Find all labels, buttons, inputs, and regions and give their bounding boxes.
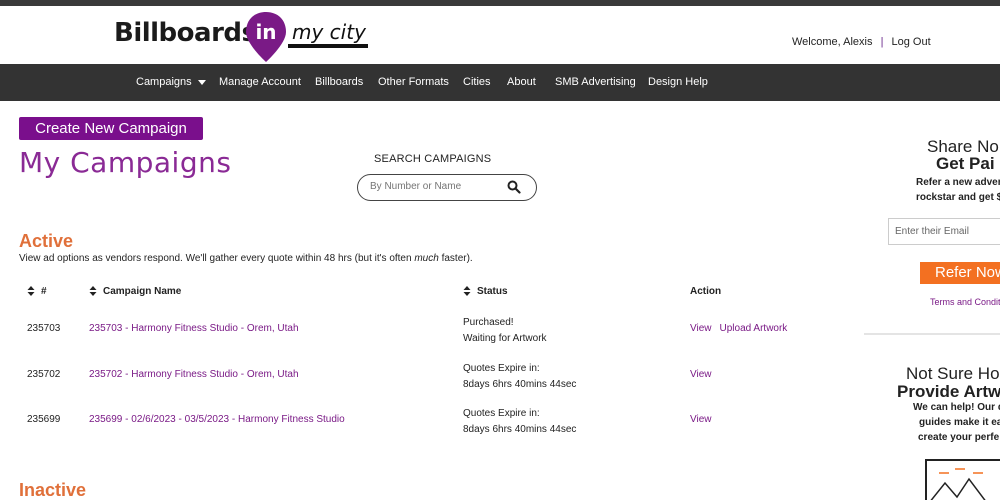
logout-link[interactable]: Log Out (891, 36, 930, 48)
artwork-title-line-1: Not Sure Ho (906, 364, 1000, 383)
upload-artwork-link[interactable]: Upload Artwork (720, 323, 788, 334)
inactive-heading: Inactive (19, 480, 87, 500)
row-number: 235703 (27, 323, 61, 334)
artwork-title-line-2: Provide Artw (897, 382, 1000, 401)
sort-icon (463, 286, 471, 296)
share-text: Refer a new adver rockstar and get $ (916, 175, 1000, 205)
column-header-name-label: Campaign Name (103, 286, 182, 297)
site-header: Billboards in my city Welcome, Alexis | … (0, 6, 1000, 64)
logo-in-text: in (255, 20, 276, 44)
artwork-text-line-3: create your perfe (918, 432, 1000, 443)
terms-link[interactable]: Terms and Conditi (930, 297, 1000, 307)
chevron-down-icon (197, 79, 206, 85)
status-line-2: Waiting for Artwork (463, 333, 547, 344)
page-title: My Campaigns (19, 146, 232, 179)
action-cell: View (690, 369, 720, 380)
map-pin-logo-icon: in (246, 12, 286, 62)
active-description-post: faster). (438, 253, 473, 264)
sidebar: Share No Get Pai Refer a new adver rocks… (862, 126, 1000, 500)
column-header-number[interactable]: # (27, 286, 47, 297)
active-description-em: much (414, 253, 439, 264)
action-cell: View (690, 414, 720, 425)
nav-item-campaigns[interactable]: Campaigns (136, 64, 206, 101)
site-logo[interactable]: Billboards in my city (114, 12, 374, 64)
nav-item-cities[interactable]: Cities (463, 64, 491, 101)
campaign-name-link[interactable]: 235703 - Harmony Fitness Studio - Orem, … (89, 323, 299, 334)
status-line-1: Purchased! (463, 317, 514, 328)
nav-item-campaigns-label: Campaigns (136, 76, 192, 88)
logo-billboards-text: Billboards (114, 18, 257, 48)
sort-icon (89, 286, 97, 296)
welcome-area: Welcome, Alexis | Log Out (792, 36, 931, 48)
campaign-name-link[interactable]: 235699 - 02/6/2023 - 03/5/2023 - Harmony… (89, 414, 345, 425)
share-title-line-2: Get Pai (936, 154, 995, 173)
status-cell: Quotes Expire in: 8days 6hrs 40mins 44se… (463, 361, 576, 393)
search-label: SEARCH CAMPAIGNS (374, 153, 492, 165)
create-campaign-button[interactable]: Create New Campaign (19, 117, 203, 140)
nav-item-design-help[interactable]: Design Help (648, 64, 708, 101)
active-description: View ad options as vendors respond. We'l… (19, 253, 473, 264)
nav-item-billboards[interactable]: Billboards (315, 64, 363, 101)
logo-underline (288, 44, 368, 48)
status-cell: Purchased! Waiting for Artwork (463, 315, 547, 347)
campaign-name-link[interactable]: 235702 - Harmony Fitness Studio - Orem, … (89, 369, 299, 380)
view-link[interactable]: View (690, 323, 712, 334)
action-cell: View Upload Artwork (690, 323, 795, 334)
billboard-illustration-icon (925, 459, 1000, 500)
status-line-2: 8days 6hrs 40mins 44sec (463, 424, 577, 435)
column-header-status[interactable]: Status (463, 286, 508, 297)
sort-icon (27, 286, 35, 296)
welcome-label: Welcome, (792, 36, 841, 48)
view-link[interactable]: View (690, 369, 712, 380)
active-heading: Active (19, 231, 74, 251)
column-header-status-label: Status (477, 286, 508, 297)
referral-email-field[interactable]: Enter their Email (888, 218, 1000, 245)
nav-item-smb-advertising[interactable]: SMB Advertising (555, 64, 636, 101)
share-text-line-1: Refer a new adver (916, 177, 1000, 188)
row-number: 235702 (27, 369, 61, 380)
welcome-separator: | (880, 36, 884, 48)
column-header-name[interactable]: Campaign Name (89, 286, 181, 297)
nav-item-other-formats[interactable]: Other Formats (378, 64, 449, 101)
sidebar-divider (864, 333, 1000, 335)
active-description-pre: View ad options as vendors respond. We'l… (19, 253, 415, 264)
search-icon[interactable] (507, 180, 521, 194)
column-header-action: Action (690, 286, 722, 297)
user-name: Alexis (843, 36, 873, 48)
status-line-1: Quotes Expire in: (463, 408, 540, 419)
status-line-1: Quotes Expire in: (463, 363, 540, 374)
refer-now-button[interactable]: Refer Now (920, 262, 1000, 284)
nav-item-manage-account[interactable]: Manage Account (219, 64, 301, 101)
search-box (357, 174, 537, 201)
logo-city-text: my city (292, 20, 366, 44)
column-header-number-label: # (41, 286, 47, 297)
main-nav: Campaigns Manage Account Billboards Othe… (0, 64, 1000, 101)
artwork-text-line-1: We can help! Our d (913, 402, 1000, 413)
status-line-2: 8days 6hrs 40mins 44sec (463, 379, 577, 390)
nav-item-about[interactable]: About (507, 64, 536, 101)
view-link[interactable]: View (690, 414, 712, 425)
search-input[interactable] (370, 181, 500, 192)
row-number: 235699 (27, 414, 61, 425)
share-text-line-2: rockstar and get $ (916, 192, 1000, 203)
artwork-text-line-2: guides make it ea (919, 417, 1000, 428)
status-cell: Quotes Expire in: 8days 6hrs 40mins 44se… (463, 406, 576, 438)
